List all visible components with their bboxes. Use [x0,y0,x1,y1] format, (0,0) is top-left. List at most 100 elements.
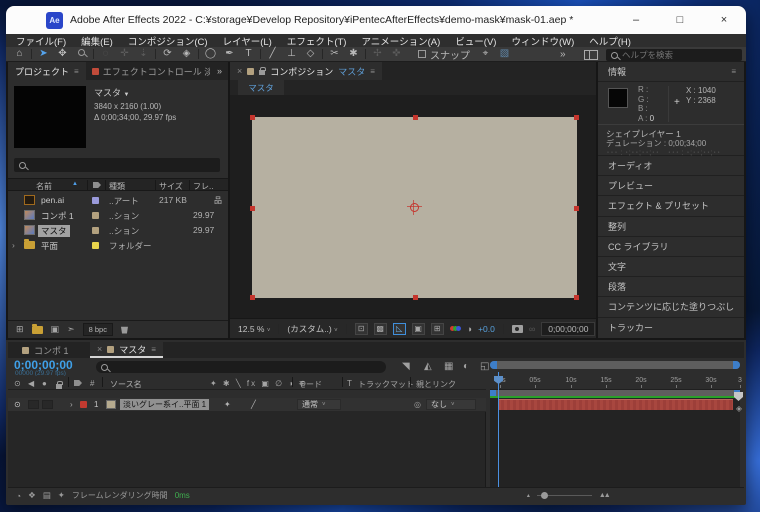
panel-character[interactable]: 文字 [598,257,744,277]
render-toggle-icon[interactable]: ◔ [16,491,21,501]
tab-project[interactable]: プロジェクト ≡ [8,62,86,80]
project-search[interactable] [14,158,220,172]
panel-paragraph[interactable]: 段落 [598,277,744,297]
column-divider[interactable] [342,377,343,387]
anchor-point[interactable] [410,203,419,212]
menu-composition[interactable]: コンポジション(C) [128,34,208,48]
composition-viewport[interactable] [230,95,596,318]
navigator-start-handle[interactable] [490,361,497,369]
navigator-end-handle[interactable] [733,361,740,369]
clone-stamp-tool-icon[interactable]: ⊥ [282,47,301,61]
new-folder-icon[interactable] [32,326,43,334]
adjust-icon[interactable]: ➣ [67,324,75,335]
project-search-input[interactable] [30,160,200,170]
column-type[interactable]: 種類 [109,181,125,192]
work-area-start-handle[interactable] [490,390,496,396]
layer-label-chip[interactable] [80,401,87,408]
column-divider[interactable] [292,377,293,387]
zoom-slider-knob[interactable] [541,492,548,499]
composition-canvas[interactable] [252,117,577,298]
inout-toggle-icon[interactable]: ✦ [58,490,65,501]
grid-guides-icon[interactable]: ⊡ [355,323,368,335]
column-divider[interactable] [105,180,106,190]
minimize-button[interactable]: – [614,6,658,34]
selection-handle[interactable] [574,115,579,120]
expand-caret-icon[interactable]: › [12,240,15,250]
selection-handle[interactable] [250,206,255,211]
layers-toggle-icon[interactable]: ▤ [43,490,51,501]
resolution-toggle-icon[interactable]: ◑ [467,324,472,334]
panel-preview[interactable]: プレビュー [598,176,744,196]
layer-row-1[interactable]: ⊙ › 1 淡いグレー系イ..平面 1 ✦ ╱ 通常 ˅ ◎ なし ˅ [8,398,486,412]
layer-duration-bar[interactable] [498,399,733,410]
draft-3d-icon[interactable]: ◭ [424,361,432,372]
project-row-comp1[interactable]: コンポ 1 ..ション 29.97 [8,208,228,223]
pan-behind-tool-icon[interactable]: ◈ [177,47,196,61]
tab-master-active[interactable]: × マスタ ≡ [90,342,163,358]
pickwhip-icon[interactable]: ◎ [414,400,421,409]
label-column-icon[interactable] [74,380,82,386]
project-row-master-selected[interactable]: マスタ ..ション 29.97 [8,223,228,238]
label-column-icon[interactable] [93,182,101,188]
mode-column[interactable]: モード [298,379,322,390]
chevron-down-icon[interactable]: ▼ [124,92,130,98]
t-column[interactable]: T [347,379,352,388]
selection-handle[interactable] [413,295,418,300]
timeline-zoom-slider[interactable] [537,495,592,496]
roto-brush-tool-icon[interactable]: ✂ [325,47,344,61]
menu-window[interactable]: ウィンドウ(W) [511,34,574,48]
playhead-line[interactable] [498,372,499,487]
trash-icon[interactable] [121,326,128,334]
puppet-pin-tool-icon[interactable]: ✱ [344,47,363,61]
hand-tool-icon[interactable]: ✥ [53,47,72,61]
panel-cc-libraries[interactable]: CC ライブラリ [598,237,744,257]
tab-composition[interactable]: × コンポジション マスタ ≡ [230,62,382,80]
label-color-chip[interactable] [92,242,99,249]
snapshot-camera-icon[interactable] [512,325,523,333]
label-color-chip[interactable] [92,212,99,219]
magnification-select[interactable]: 12.5 % ˅ [238,324,270,334]
track-area[interactable] [490,398,740,487]
mask-feather-icon[interactable]: ▧ [495,47,514,61]
eraser-tool-icon[interactable]: ◇ [301,47,320,61]
selection-handle[interactable] [250,115,255,120]
help-search[interactable] [606,49,742,61]
panel-menu-icon[interactable]: ≡ [731,67,736,76]
menu-edit[interactable]: 編集(E) [81,34,113,48]
parent-link-column[interactable]: 親とリンク [416,379,456,390]
column-framerate[interactable]: フレ.. [193,181,213,192]
menu-layer[interactable]: レイヤー(L) [223,34,272,48]
interpret-footage-icon[interactable]: ⊞ [16,324,24,335]
sort-ascending-icon[interactable]: ▲ [72,181,78,187]
column-divider[interactable] [102,377,103,387]
panel-menu-icon[interactable]: ≡ [370,67,375,76]
timeline-search-input[interactable] [112,362,362,372]
channel-icon[interactable] [450,326,461,331]
panel-align[interactable]: 整列 [598,217,744,237]
parent-select[interactable]: なし ˅ [426,399,476,410]
lock-icon[interactable] [259,70,265,75]
selection-handle[interactable] [574,295,579,300]
comp-flowchart-icon[interactable]: ◥ [402,361,410,372]
empty-layer-area[interactable] [8,412,486,487]
menu-help[interactable]: ヘルプ(H) [589,34,631,48]
toolbar-overflow-chevron[interactable]: » [560,49,566,60]
resolution-select[interactable]: (カスタム..) ˅ [287,323,337,335]
tab-close-icon[interactable]: × [97,344,102,354]
selection-handle[interactable] [574,206,579,211]
mask-visibility-icon[interactable]: ◺ [393,323,406,335]
panel-info-header[interactable]: 情報 ≡ [598,62,744,82]
label-color-chip[interactable] [92,227,99,234]
layer-eye-icon[interactable]: ⊙ [14,400,21,409]
rotation-tool-icon[interactable]: ⟳ [158,47,177,61]
panel-overflow-chevron[interactable]: » [217,66,222,76]
selection-tool-icon[interactable]: ➤ [34,47,53,61]
zoom-tool-icon[interactable] [72,47,91,61]
column-divider[interactable] [410,377,411,387]
shape-tool-icon[interactable]: ◯ [201,47,220,61]
transparency-grid-icon[interactable]: ▩ [374,323,387,335]
panel-menu-icon[interactable]: ≡ [151,345,156,354]
pen-tool-icon[interactable]: ✒ [220,47,239,61]
eye-column-icon[interactable]: ⊙ [14,379,21,388]
snap-checkbox[interactable] [418,50,426,58]
